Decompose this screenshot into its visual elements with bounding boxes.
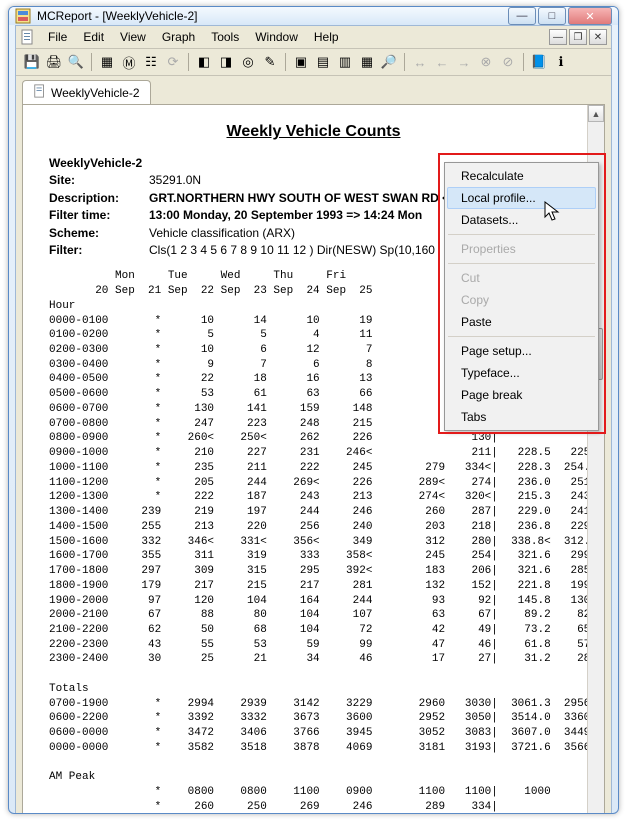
tool-icon-2[interactable]: ◨ bbox=[216, 52, 236, 72]
context-menu-item[interactable]: Local profile... bbox=[447, 187, 596, 209]
menu-file[interactable]: File bbox=[40, 28, 75, 46]
tool-icon-1[interactable]: ◧ bbox=[194, 52, 214, 72]
nav-stop-icon[interactable]: ⊘ bbox=[498, 52, 518, 72]
mdi-close-button[interactable]: ✕ bbox=[589, 29, 607, 45]
nav-last-icon[interactable]: ⊗ bbox=[476, 52, 496, 72]
nav-next-icon[interactable]: → bbox=[454, 52, 474, 72]
meta-label-site: Site: bbox=[49, 172, 149, 189]
window-cascade-icon[interactable]: ▣ bbox=[291, 52, 311, 72]
refresh-icon[interactable]: ⟳ bbox=[163, 52, 183, 72]
context-menu-item: Copy bbox=[447, 289, 596, 311]
close-button[interactable]: ✕ bbox=[568, 7, 612, 25]
menu-edit[interactable]: Edit bbox=[75, 28, 112, 46]
context-menu-item[interactable]: Page break bbox=[447, 384, 596, 406]
meta-label-filter-time: Filter time: bbox=[49, 207, 149, 224]
nav-prev-icon[interactable]: ← bbox=[432, 52, 452, 72]
context-menu-item: Cut bbox=[447, 267, 596, 289]
menu-tools[interactable]: Tools bbox=[203, 28, 247, 46]
document-icon bbox=[33, 84, 47, 101]
minimize-button[interactable]: — bbox=[508, 7, 536, 25]
window-title: MCReport - [WeeklyVehicle-2] bbox=[37, 9, 198, 23]
menu-window[interactable]: Window bbox=[247, 28, 306, 46]
tab-weekly-vehicle[interactable]: WeeklyVehicle-2 bbox=[22, 80, 151, 104]
grid-icon[interactable]: ▦ bbox=[97, 52, 117, 72]
context-menu: RecalculateLocal profile...Datasets... Pr… bbox=[444, 162, 599, 431]
menubar: File Edit View Graph Tools Window Help —… bbox=[16, 26, 611, 49]
report-title: Weekly Vehicle Counts bbox=[49, 123, 578, 141]
tool-icon-3[interactable]: ◎ bbox=[238, 52, 258, 72]
window-tile-v-icon[interactable]: ▥ bbox=[335, 52, 355, 72]
toolbar: 💾 🖨 🔍 ▦ Ⓜ ☷ ⟳ ◧ ◨ ◎ ✎ ▣ ▤ ▥ ▦ 🔎 ↔ ← → ⊗ … bbox=[16, 49, 611, 76]
context-menu-item[interactable]: Tabs bbox=[447, 406, 596, 428]
meta-label-scheme: Scheme: bbox=[49, 225, 149, 242]
context-menu-separator bbox=[448, 234, 595, 235]
tool-icon-4[interactable]: ✎ bbox=[260, 52, 280, 72]
context-menu-item[interactable]: Recalculate bbox=[447, 165, 596, 187]
menu-help[interactable]: Help bbox=[306, 28, 347, 46]
window-arrange-icon[interactable]: ▦ bbox=[357, 52, 377, 72]
print-icon[interactable]: 🖨 bbox=[44, 52, 64, 72]
context-menu-item[interactable]: Typeface... bbox=[447, 362, 596, 384]
toolbar-separator bbox=[188, 53, 189, 71]
toolbar-separator bbox=[91, 53, 92, 71]
document-icon bbox=[20, 29, 36, 45]
toolbar-separator bbox=[404, 53, 405, 71]
meta-label-desc: Description: bbox=[49, 190, 149, 207]
tab-bar: WeeklyVehicle-2 bbox=[16, 76, 611, 104]
window-tile-h-icon[interactable]: ▤ bbox=[313, 52, 333, 72]
context-menu-separator bbox=[448, 336, 595, 337]
app-icon bbox=[15, 8, 31, 24]
context-menu-item[interactable]: Paste bbox=[447, 311, 596, 333]
context-menu-item[interactable]: Datasets... bbox=[447, 209, 596, 231]
context-menu-separator bbox=[448, 263, 595, 264]
context-menu-item: Properties bbox=[447, 238, 596, 260]
zoom-icon[interactable]: 🔎 bbox=[379, 52, 399, 72]
help-icon[interactable]: 📘 bbox=[529, 52, 549, 72]
maximize-button[interactable]: □ bbox=[538, 7, 566, 25]
titlebar[interactable]: MCReport - [WeeklyVehicle-2] — □ ✕ bbox=[9, 7, 618, 25]
menu-view[interactable]: View bbox=[112, 28, 154, 46]
find-icon[interactable]: Ⓜ bbox=[119, 52, 139, 72]
scroll-up-button[interactable]: ▲ bbox=[588, 105, 604, 122]
toolbar-separator bbox=[285, 53, 286, 71]
save-icon[interactable]: 💾 bbox=[22, 52, 42, 72]
properties-icon[interactable]: ☷ bbox=[141, 52, 161, 72]
mdi-minimize-button[interactable]: — bbox=[549, 29, 567, 45]
print-preview-icon[interactable]: 🔍 bbox=[66, 52, 86, 72]
about-icon[interactable]: ℹ bbox=[551, 52, 571, 72]
nav-first-icon[interactable]: ↔ bbox=[410, 52, 430, 72]
menu-graph[interactable]: Graph bbox=[154, 28, 203, 46]
meta-label-filter: Filter: bbox=[49, 242, 149, 259]
toolbar-separator bbox=[523, 53, 524, 71]
context-menu-item[interactable]: Page setup... bbox=[447, 340, 596, 362]
mdi-restore-button[interactable]: ❐ bbox=[569, 29, 587, 45]
tab-label: WeeklyVehicle-2 bbox=[51, 86, 140, 100]
